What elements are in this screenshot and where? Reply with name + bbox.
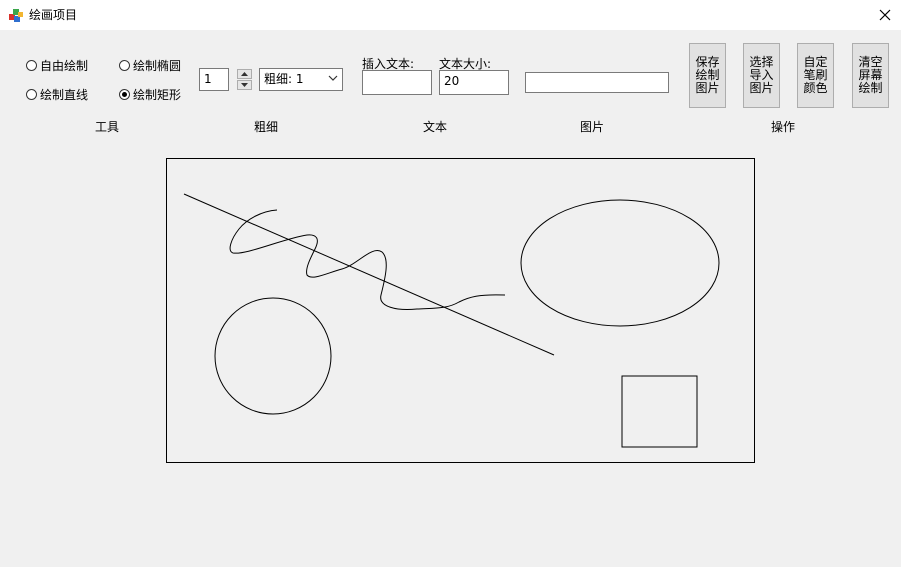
text-size-label: 文本大小:	[439, 57, 492, 71]
drawn-circle	[214, 297, 332, 415]
insert-text-label: 插入文本:	[362, 57, 415, 71]
radio-draw-rectangle[interactable]: 绘制矩形	[119, 86, 181, 102]
radio-free-draw[interactable]: 自由绘制	[26, 57, 88, 73]
radio-label: 绘制矩形	[133, 87, 182, 102]
title-bar: 绘画项目	[0, 0, 901, 30]
actions-group-label: 操作	[770, 120, 795, 134]
spinner-down-button[interactable]	[237, 80, 252, 90]
drawn-freehand-stroke	[229, 209, 506, 310]
radio-indicator	[119, 59, 130, 71]
radio-label: 绘制直线	[40, 87, 89, 102]
radio-draw-line[interactable]: 绘制直线	[26, 86, 88, 102]
insert-text-input[interactable]	[362, 70, 432, 95]
save-drawing-button[interactable]: 保存绘制图片	[689, 43, 726, 108]
tools-group-label: 工具	[94, 120, 119, 134]
radio-indicator-selected	[119, 88, 130, 100]
drawing-canvas[interactable]	[166, 158, 755, 463]
radio-label: 绘制椭圆	[133, 58, 182, 73]
radio-label: 自由绘制	[40, 58, 89, 73]
image-path-input[interactable]	[525, 72, 669, 93]
radio-indicator	[26, 59, 37, 71]
drawn-line	[183, 193, 555, 356]
dropdown-value: 粗细: 1	[264, 72, 304, 86]
chevron-up-icon	[241, 72, 248, 76]
chevron-down-icon	[328, 75, 338, 81]
app-icon	[9, 9, 23, 22]
clear-canvas-button[interactable]: 清空屏幕绘制	[852, 43, 889, 108]
close-icon	[879, 9, 891, 21]
text-group-label: 文本	[422, 120, 447, 134]
thickness-group-label: 粗细	[253, 120, 278, 134]
spinner-up-button[interactable]	[237, 69, 252, 79]
thickness-dropdown[interactable]: 粗细: 1	[259, 68, 343, 91]
radio-draw-ellipse[interactable]: 绘制椭圆	[119, 57, 181, 73]
drawn-ellipse	[520, 199, 720, 327]
close-button[interactable]	[869, 0, 901, 30]
image-group-label: 图片	[579, 120, 604, 134]
brush-color-button[interactable]: 自定笔刷颜色	[797, 43, 834, 108]
canvas-drawing	[183, 193, 720, 448]
chevron-down-icon	[241, 83, 248, 87]
drawn-rectangle	[621, 375, 698, 448]
import-image-button[interactable]: 选择导入图片	[743, 43, 780, 108]
radio-indicator	[26, 88, 37, 100]
thickness-spinner-input[interactable]: 1	[199, 68, 229, 91]
text-size-input[interactable]: 20	[439, 70, 509, 95]
window-title: 绘画项目	[29, 8, 78, 22]
